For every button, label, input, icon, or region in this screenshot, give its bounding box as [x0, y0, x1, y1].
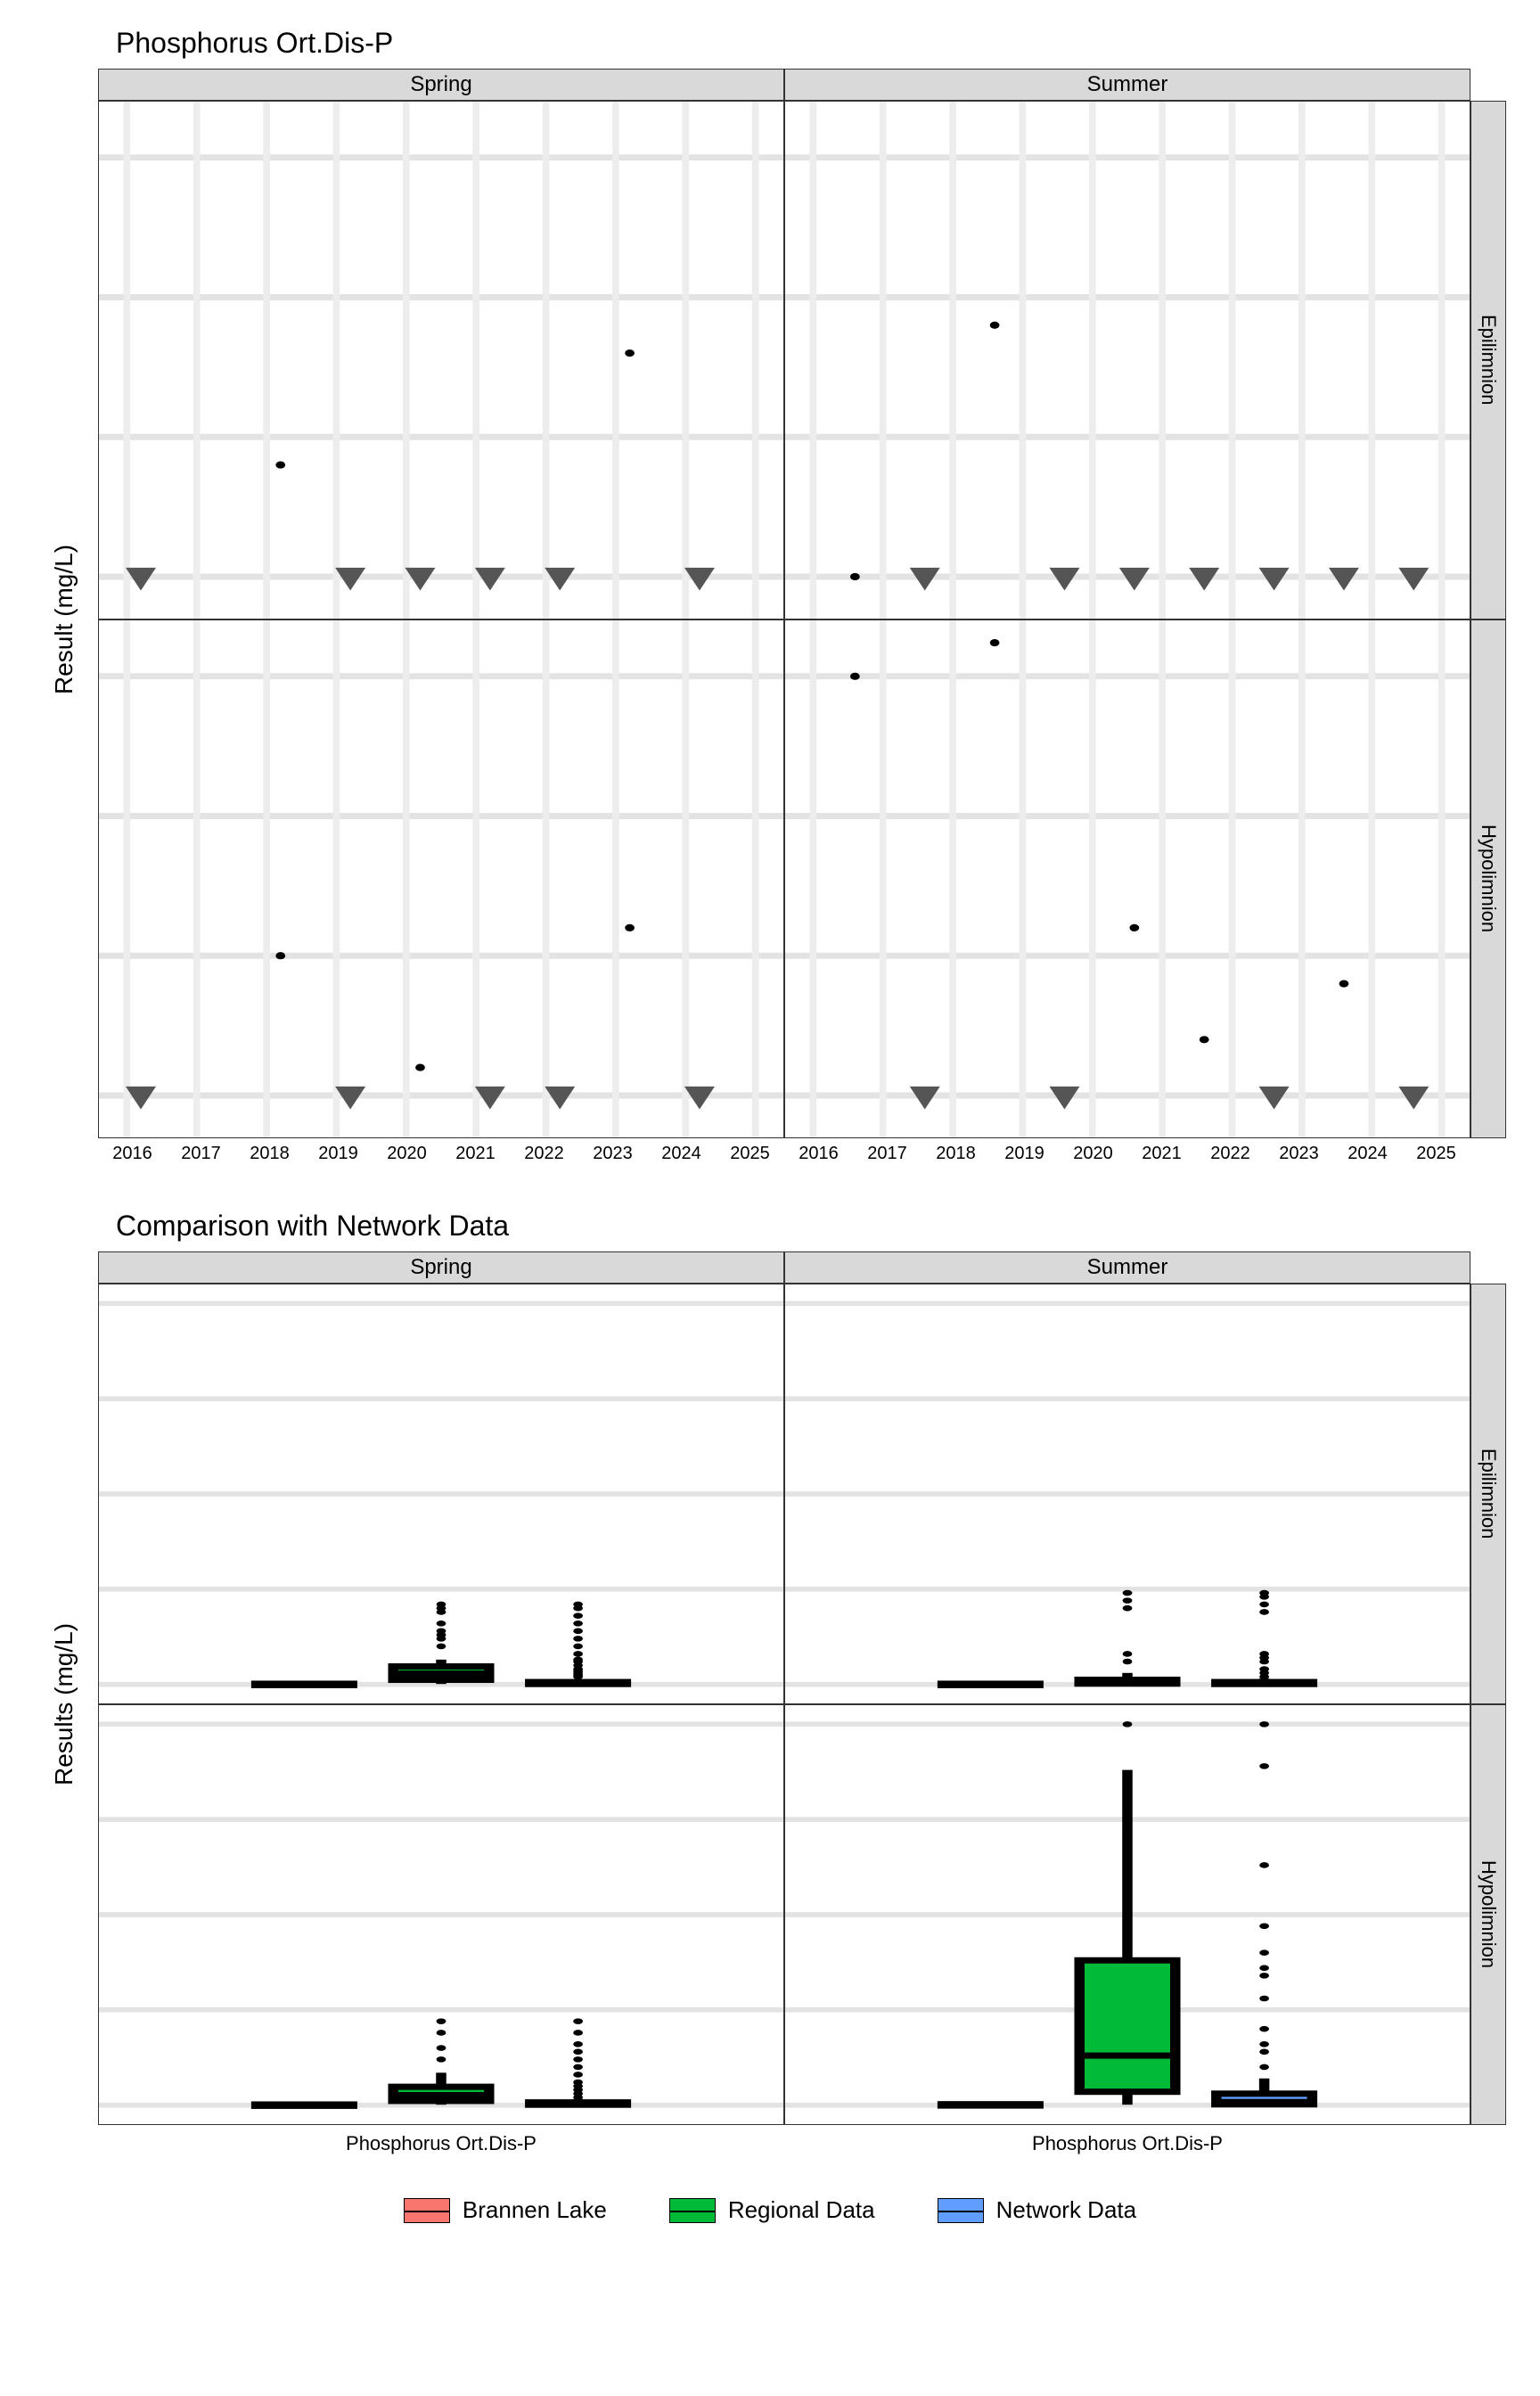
legend-item-brannen: Brannen Lake — [404, 2196, 607, 2224]
legend-label-network: Network Data — [996, 2196, 1137, 2224]
chart2-col-spring: Spring — [98, 1251, 784, 1284]
panel-spring-hypo: 0.00100.00150.00200.0025 — [98, 620, 784, 1138]
chart1-col-summer: Summer — [784, 69, 1470, 101]
panel2-summer-epi — [784, 1284, 1470, 1704]
legend-item-regional: Regional Data — [669, 2196, 875, 2224]
chart1-ylabel: Result (mg/L) — [45, 101, 98, 1138]
chart2-xcat-left: Phosphorus Ort.Dis-P — [98, 2125, 784, 2161]
chart2-row-hypo: Hypolimnion — [1470, 1704, 1506, 2125]
legend-item-network: Network Data — [938, 2196, 1137, 2224]
legend-label-regional: Regional Data — [728, 2196, 875, 2224]
legend-key-regional — [669, 2198, 716, 2223]
panel-spring-epi: 0.00100.00150.00200.0025 — [98, 101, 784, 620]
panel2-summer-hypo — [784, 1704, 1470, 2125]
legend: Brannen Lake Regional Data Network Data — [18, 2196, 1522, 2224]
chart1-row-epi: Epilimnion — [1470, 101, 1506, 620]
legend-label-brannen: Brannen Lake — [463, 2196, 607, 2224]
legend-key-network — [938, 2198, 984, 2223]
chart1-xaxis-left: 2016201720182019202020212022202320242025 — [98, 1138, 784, 1174]
legend-key-brannen — [404, 2198, 450, 2223]
panel2-spring-epi: 0.000.250.500.751.00 — [98, 1284, 784, 1704]
panel-summer-hypo — [784, 620, 1470, 1138]
scatter-chart: Phosphorus Ort.Dis-P Result (mg/L) Sprin… — [18, 27, 1522, 1174]
chart1-xaxis-right: 2016201720182019202020212022202320242025 — [784, 1138, 1470, 1174]
chart2-title: Comparison with Network Data — [116, 1210, 1522, 1243]
chart1-title: Phosphorus Ort.Dis-P — [116, 27, 1522, 60]
chart2-xcat-right: Phosphorus Ort.Dis-P — [784, 2125, 1470, 2161]
chart1-row-hypo: Hypolimnion — [1470, 620, 1506, 1138]
panel2-spring-hypo: 0.000.250.500.751.00 — [98, 1704, 784, 2125]
chart2-ylabel: Results (mg/L) — [45, 1284, 98, 2125]
boxplot-chart: Comparison with Network Data Results (mg… — [18, 1210, 1522, 2161]
panel-summer-epi — [784, 101, 1470, 620]
chart1-grid: Result (mg/L) Spring Summer Epilimnion H… — [45, 69, 1506, 1174]
chart2-grid: Results (mg/L) Spring Summer Epilimnion … — [45, 1251, 1506, 2161]
chart2-row-epi: Epilimnion — [1470, 1284, 1506, 1704]
chart2-col-summer: Summer — [784, 1251, 1470, 1284]
chart1-col-spring: Spring — [98, 69, 784, 101]
